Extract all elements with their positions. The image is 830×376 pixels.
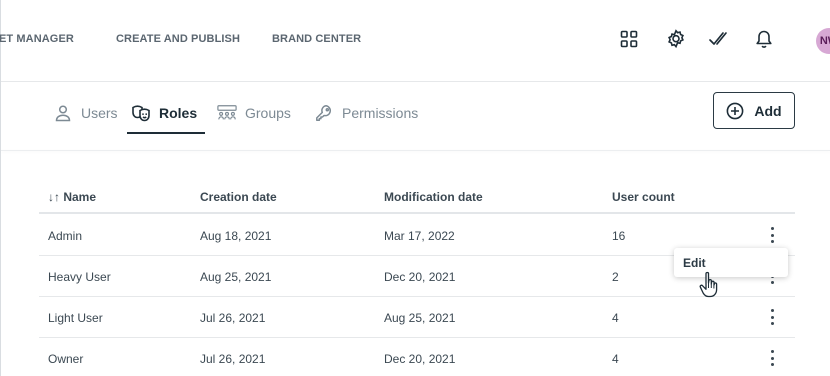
menu-item-edit[interactable]: Edit	[683, 256, 706, 270]
modification-date: Mar 17, 2022	[384, 229, 455, 243]
user-count: 4	[612, 311, 619, 325]
bell-icon[interactable]	[751, 26, 777, 52]
plus-circle-icon	[726, 102, 744, 119]
double-check-icon[interactable]	[705, 26, 731, 52]
row-context-menu: Edit	[674, 248, 788, 277]
app-window: ET MANAGER CREATE AND PUBLISH BRAND CENT…	[0, 0, 830, 376]
creation-date: Aug 25, 2021	[200, 270, 272, 284]
column-header-user-count[interactable]: User count	[612, 190, 675, 204]
gear-icon[interactable]	[663, 26, 689, 52]
tab-roles-label: Roles	[159, 105, 198, 121]
key-icon	[314, 103, 334, 123]
creation-date: Jul 26, 2021	[200, 352, 266, 366]
column-header-modification-date[interactable]: Modification date	[384, 190, 483, 204]
hand-pointer-cursor-icon	[699, 271, 718, 298]
table-header-divider	[39, 212, 795, 214]
apps-grid-icon[interactable]	[616, 26, 642, 52]
nav-brand-center[interactable]: BRAND CENTER	[272, 33, 361, 45]
row-menu-icon[interactable]	[766, 307, 778, 327]
user-icon	[53, 103, 73, 123]
add-button[interactable]: Add	[713, 92, 795, 129]
column-header-creation-date[interactable]: Creation date	[200, 190, 277, 204]
add-button-label: Add	[754, 102, 782, 119]
tab-groups-label: Groups	[245, 105, 291, 121]
role-name: Owner	[48, 352, 84, 366]
nav-create-and-publish[interactable]: CREATE AND PUBLISH	[116, 33, 240, 45]
section-divider	[1, 150, 830, 151]
tab-groups[interactable]: Groups	[217, 98, 291, 128]
row-menu-icon[interactable]	[766, 225, 778, 245]
tab-permissions[interactable]: Permissions	[314, 98, 418, 128]
row-menu-icon[interactable]	[766, 348, 778, 368]
active-tab-indicator	[127, 132, 205, 134]
user-count: 2	[612, 270, 619, 284]
user-count: 16	[612, 229, 626, 243]
role-name: Heavy User	[48, 270, 111, 284]
role-name: Admin	[48, 229, 83, 243]
nav-asset-manager[interactable]: ET MANAGER	[0, 33, 74, 45]
creation-date: Jul 26, 2021	[200, 311, 266, 325]
modification-date: Dec 20, 2021	[384, 270, 456, 284]
tab-permissions-label: Permissions	[342, 105, 419, 121]
tab-users-label: Users	[81, 105, 118, 121]
tab-roles[interactable]: Roles	[131, 98, 197, 128]
modification-date: Dec 20, 2021	[384, 352, 456, 366]
groups-icon	[217, 103, 237, 123]
top-navigation: ET MANAGER CREATE AND PUBLISH BRAND CENT…	[0, 0, 830, 82]
table-row[interactable]: Owner Jul 26, 2021 Dec 20, 2021 4	[39, 338, 795, 376]
creation-date: Aug 18, 2021	[200, 229, 272, 243]
column-header-name[interactable]: ↓↑ Name	[48, 190, 96, 204]
modification-date: Aug 25, 2021	[384, 311, 456, 325]
tab-users[interactable]: Users	[53, 98, 118, 128]
table-row[interactable]: Light User Jul 26, 2021 Aug 25, 2021 4	[39, 297, 795, 338]
role-name: Light User	[48, 311, 103, 325]
avatar[interactable]: NW	[816, 28, 830, 54]
user-count: 4	[612, 352, 619, 366]
masks-icon	[131, 103, 151, 123]
